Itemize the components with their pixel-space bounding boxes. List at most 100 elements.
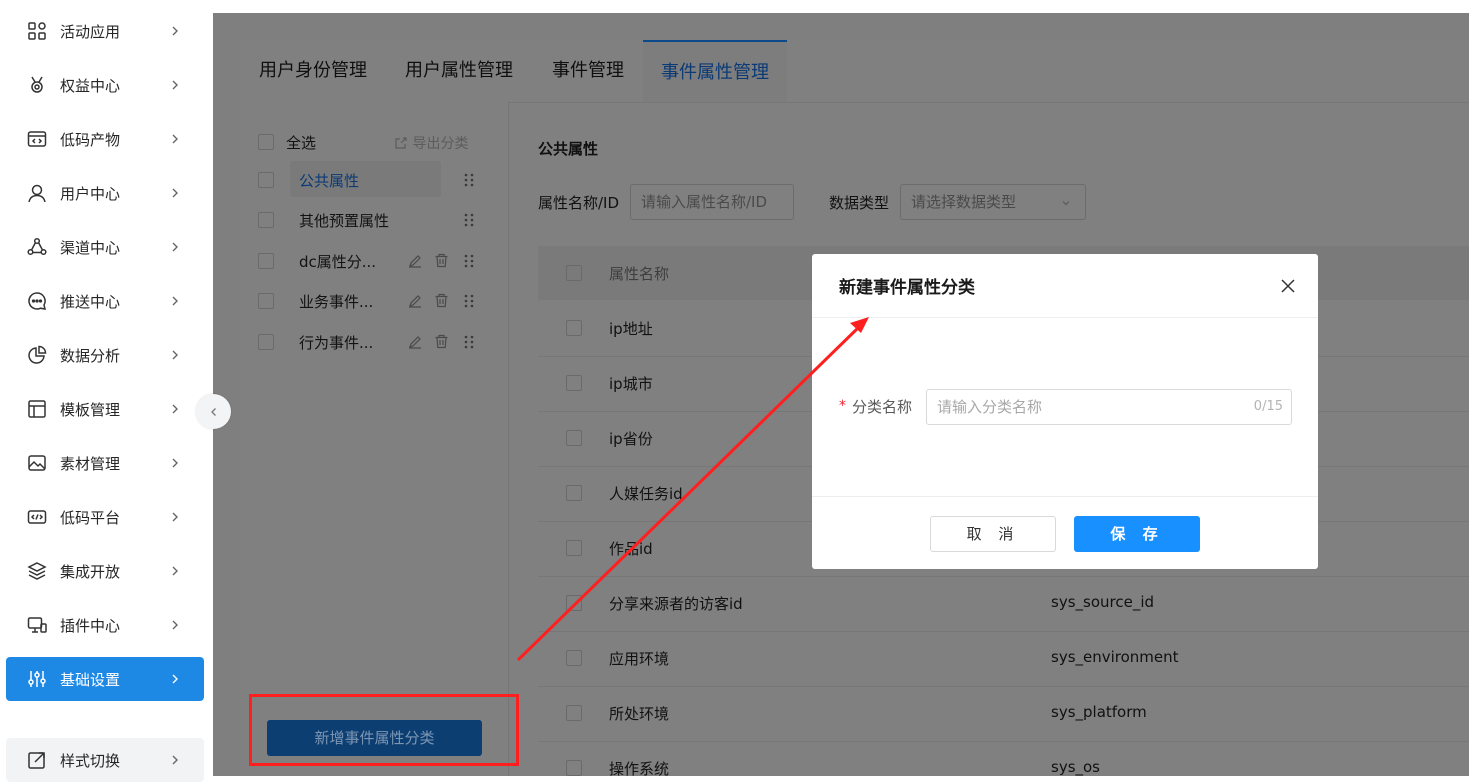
data-type-select[interactable]: 请选择数据类型 — [900, 184, 1086, 220]
sidebar-item-activity-apps[interactable]: 活动应用 — [6, 9, 204, 53]
row-checkbox[interactable] — [566, 705, 582, 721]
row-checkbox[interactable] — [566, 485, 582, 501]
export-category-button[interactable]: 导出分类 — [394, 133, 468, 153]
category-item[interactable]: dc属性分... — [258, 244, 376, 278]
table-row: 所处环境 sys_platform — [538, 686, 1469, 742]
drag-handle-icon[interactable] — [463, 213, 475, 227]
annotation-highlight-box — [249, 694, 519, 766]
sidebar-item-material-management[interactable]: 素材管理 — [6, 441, 204, 485]
attribute-search-input[interactable]: 请输入属性名称/ID — [630, 184, 794, 220]
sidebar-item-integration[interactable]: 集成开放 — [6, 549, 204, 593]
dialog-footer: 取 消 保 存 — [812, 496, 1318, 570]
sidebar-item-label: 低码平台 — [60, 508, 121, 527]
delete-icon[interactable] — [434, 334, 449, 349]
category-label: dc属性分... — [299, 252, 377, 271]
sidebar-item-label: 基础设置 — [60, 670, 121, 689]
category-checkbox[interactable] — [258, 212, 274, 228]
row-name: 应用环境 — [609, 650, 670, 668]
sidebar-item-push-center[interactable]: 推送中心 — [6, 279, 204, 323]
category-name-placeholder: 请输入分类名称 — [937, 398, 1043, 416]
delete-icon[interactable] — [434, 293, 449, 308]
chevron-right-icon — [168, 294, 182, 308]
header-checkbox[interactable] — [566, 265, 582, 281]
row-checkbox[interactable] — [566, 595, 582, 611]
row-id: sys_environment — [1051, 648, 1179, 666]
tab-event-attributes[interactable]: 事件属性管理 — [643, 40, 787, 102]
category-item[interactable]: 行为事件... — [258, 325, 373, 359]
chevron-left-icon — [210, 407, 216, 416]
row-checkbox[interactable] — [566, 650, 582, 666]
tab-user-attributes[interactable]: 用户属性管理 — [405, 40, 513, 102]
chevron-right-icon — [168, 186, 182, 200]
row-checkbox[interactable] — [566, 540, 582, 556]
sidebar-item-label: 插件中心 — [60, 616, 121, 635]
row-name: ip城市 — [609, 375, 653, 393]
collapse-sidebar-button[interactable] — [196, 394, 231, 429]
new-category-dialog: 新建事件属性分类 * 分类名称 请输入分类名称 0/15 取 消 保 存 — [812, 254, 1318, 569]
category-checkbox[interactable] — [258, 253, 274, 269]
code-icon — [26, 506, 48, 528]
sidebar-item-label: 推送中心 — [60, 292, 121, 311]
cancel-button[interactable]: 取 消 — [930, 516, 1056, 552]
char-counter: 0/15 — [1253, 399, 1283, 414]
sidebar-item-data-analysis[interactable]: 数据分析 — [6, 333, 204, 377]
chevron-right-icon — [168, 564, 182, 578]
row-checkbox[interactable] — [566, 430, 582, 446]
chat-bubble-icon — [26, 290, 48, 312]
sidebar-item-template-management[interactable]: 模板管理 — [6, 387, 204, 431]
row-checkbox[interactable] — [566, 320, 582, 336]
sidebar-item-lowcode-platform[interactable]: 低码平台 — [6, 495, 204, 539]
sidebar-item-channel-center[interactable]: 渠道中心 — [6, 225, 204, 269]
save-button[interactable]: 保 存 — [1074, 516, 1200, 552]
category-item[interactable]: 业务事件... — [258, 284, 373, 318]
row-checkbox[interactable] — [566, 760, 582, 776]
sidebar-item-user-center[interactable]: 用户中心 — [6, 171, 204, 215]
table-row: 分享来源者的访客id sys_source_id — [538, 576, 1469, 632]
sidebar-item-label: 数据分析 — [60, 346, 121, 365]
sidebar-item-label: 素材管理 — [60, 454, 121, 473]
sidebar-item-plugin-center[interactable]: 插件中心 — [6, 603, 204, 647]
chevron-right-icon — [168, 240, 182, 254]
sidebar-item-benefits[interactable]: 权益中心 — [6, 63, 204, 107]
sidebar: 活动应用 权益中心 低码产物 用户中心 渠道中心 推送中心 数据分析 模板管理 — [0, 0, 213, 782]
delete-icon[interactable] — [434, 253, 449, 268]
chevron-down-icon — [1062, 201, 1070, 206]
drag-handle-icon[interactable] — [463, 294, 475, 308]
row-name: 作品id — [609, 540, 653, 558]
category-item[interactable]: 其他预置属性 — [258, 203, 389, 237]
chevron-right-icon — [168, 510, 182, 524]
layers-icon — [26, 560, 48, 582]
chevron-right-icon — [168, 132, 182, 146]
select-all[interactable]: 全选 — [258, 125, 316, 159]
drag-handle-icon[interactable] — [463, 254, 475, 268]
column-header-name: 属性名称 — [609, 265, 670, 283]
sidebar-item-style-switch[interactable]: 样式切换 — [6, 738, 204, 782]
tab-user-identity[interactable]: 用户身份管理 — [259, 40, 367, 102]
sidebar-item-label: 渠道中心 — [60, 238, 121, 257]
category-checkbox[interactable] — [258, 293, 274, 309]
edit-icon[interactable] — [408, 335, 422, 349]
code-window-icon — [26, 128, 48, 150]
filter-name-label: 属性名称/ID — [538, 194, 620, 212]
layout-icon — [26, 398, 48, 420]
share-nodes-icon — [26, 236, 48, 258]
category-checkbox[interactable] — [258, 172, 274, 188]
select-all-checkbox[interactable] — [258, 134, 274, 150]
drag-handle-icon[interactable] — [463, 335, 475, 349]
tab-bar: 用户身份管理 用户属性管理 事件管理 事件属性管理 — [240, 40, 1469, 103]
user-icon — [26, 182, 48, 204]
sidebar-item-basic-settings[interactable]: 基础设置 — [6, 657, 204, 701]
category-checkbox[interactable] — [258, 334, 274, 350]
tab-event-management[interactable]: 事件管理 — [552, 40, 624, 102]
sidebar-item-lowcode-products[interactable]: 低码产物 — [6, 117, 204, 161]
edit-icon[interactable] — [408, 294, 422, 308]
category-label: 行为事件... — [299, 333, 374, 352]
edit-icon[interactable] — [408, 254, 422, 268]
category-name-input[interactable]: 请输入分类名称 0/15 — [926, 389, 1292, 425]
chevron-right-icon — [168, 78, 182, 92]
category-item[interactable]: 公共属性 — [258, 163, 359, 197]
row-name: ip省份 — [609, 430, 653, 448]
row-checkbox[interactable] — [566, 375, 582, 391]
drag-handle-icon[interactable] — [463, 173, 475, 187]
close-icon[interactable] — [1280, 278, 1296, 294]
